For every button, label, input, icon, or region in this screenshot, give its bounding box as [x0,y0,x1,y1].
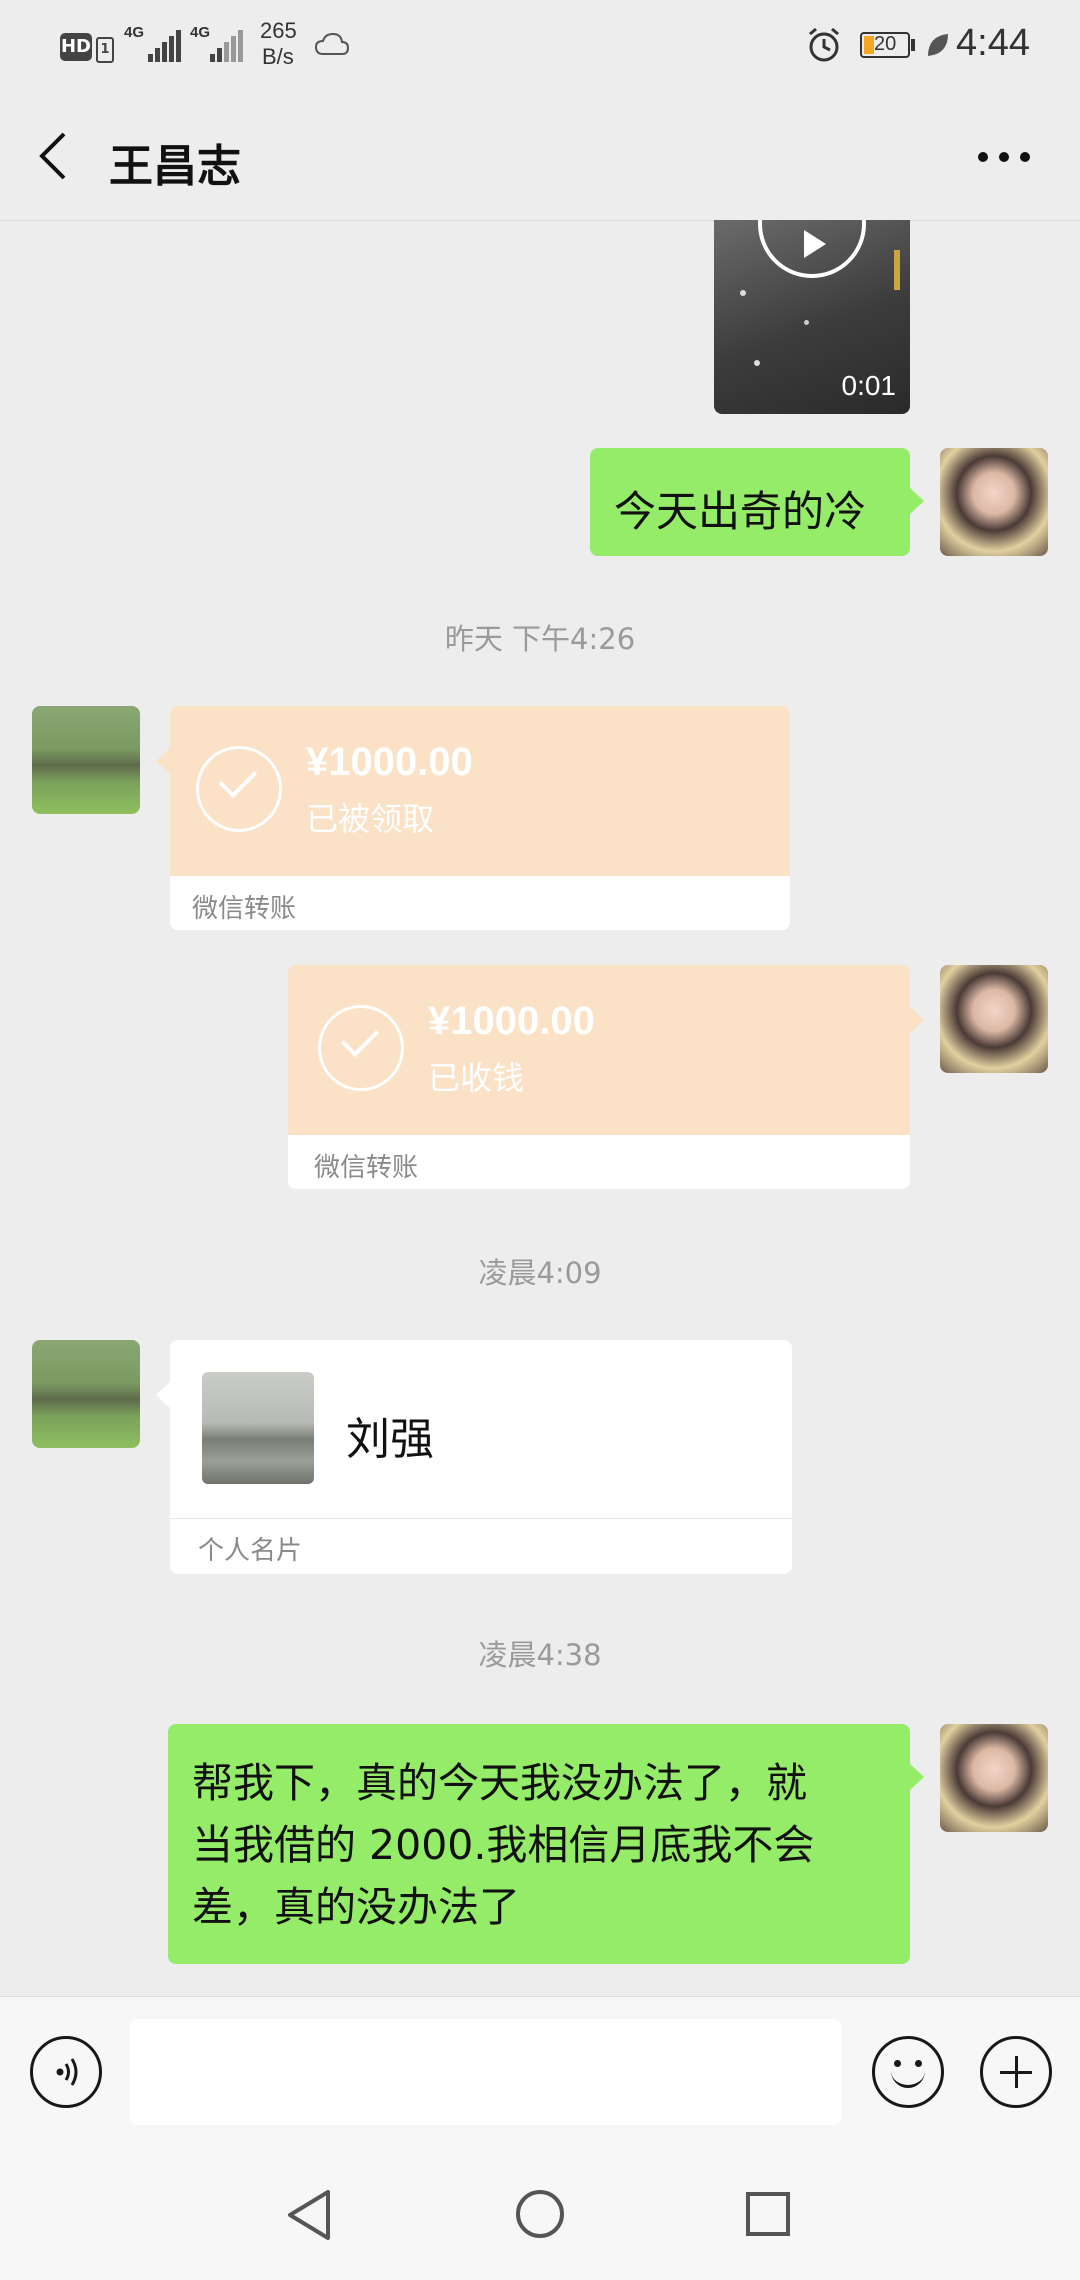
recents-square-icon[interactable] [744,2190,792,2238]
avatar-self[interactable] [940,965,1048,1073]
video-duration: 0:01 [841,370,897,401]
transfer-amount: ¥1000.00 [306,740,473,784]
input-bar [0,1996,1080,2147]
contact-card-photo [202,1372,314,1484]
transfer-status: 已被领取 [306,800,435,838]
back-icon[interactable] [36,130,70,182]
timestamp: 凌晨4:09 [478,1256,602,1290]
timestamp: 昨天 下午4:26 [444,622,636,656]
message-bubble-request[interactable]: 帮我下，真的今天我没办法了，就 当我借的 2000.我相信月底我不会 差，真的没… [168,1724,910,1964]
message-line: 差，真的没办法了 [192,1883,520,1931]
message-text: 今天出奇的冷 [614,487,867,536]
avatar-self[interactable] [940,1724,1048,1832]
battery-level: 20 [874,33,897,55]
transfer-accepted[interactable]: ¥1000.00 已收钱 微信转账 [288,965,910,1189]
leaf-icon [928,34,948,56]
avatar-contact[interactable] [32,706,140,814]
sim-icon: 1 [96,37,114,63]
transfer-label: 微信转账 [314,1153,419,1183]
battery-icon: 20 [860,32,910,58]
transfer-amount: ¥1000.00 [428,999,595,1043]
home-circle-icon[interactable] [514,2188,566,2240]
alarm-icon [809,27,839,62]
hd-badge: HD [60,33,92,61]
play-icon[interactable] [758,220,866,278]
check-icon [318,1005,404,1091]
transfer-status: 已收钱 [428,1059,525,1097]
avatar-contact[interactable] [32,1340,140,1448]
video-message[interactable]: 0:01 [714,220,910,414]
system-nav-bar [0,2146,1080,2280]
signal-icon-2: 4G [190,24,250,62]
status-bar: HD 1 4G 4G 265 B/s 20 4:44 [0,0,1080,92]
more-icon[interactable] [976,150,1032,164]
transfer-received[interactable]: ¥1000.00 已被领取 微信转账 [170,706,790,930]
contact-card[interactable]: 刘强 个人名片 [170,1340,792,1574]
cloud-icon [314,32,350,55]
network-speed-value: 265 [260,18,297,43]
contact-card-label: 个人名片 [198,1536,303,1566]
check-icon [196,746,282,832]
voice-icon[interactable] [30,2036,102,2108]
message-bubble-cold[interactable]: 今天出奇的冷 [590,448,910,556]
timestamp: 凌晨4:38 [478,1638,602,1672]
chat-title: 王昌志 [109,141,241,192]
transfer-label: 微信转账 [192,894,297,924]
avatar-self[interactable] [940,448,1048,556]
signal-icon: 4G [124,24,184,62]
message-line: 当我借的 2000.我相信月底我不会 [192,1821,815,1869]
message-input[interactable] [130,2019,842,2125]
chat-header: 王昌志 [0,92,1080,221]
contact-card-name: 刘强 [346,1414,434,1465]
back-triangle-icon[interactable] [284,2188,334,2242]
clock: 4:44 [956,22,1030,64]
network-speed-unit: B/s [262,44,294,69]
plus-icon[interactable] [980,2036,1052,2108]
message-line: 帮我下，真的今天我没办法了，就 [192,1759,807,1807]
emoji-icon[interactable] [872,2036,944,2108]
